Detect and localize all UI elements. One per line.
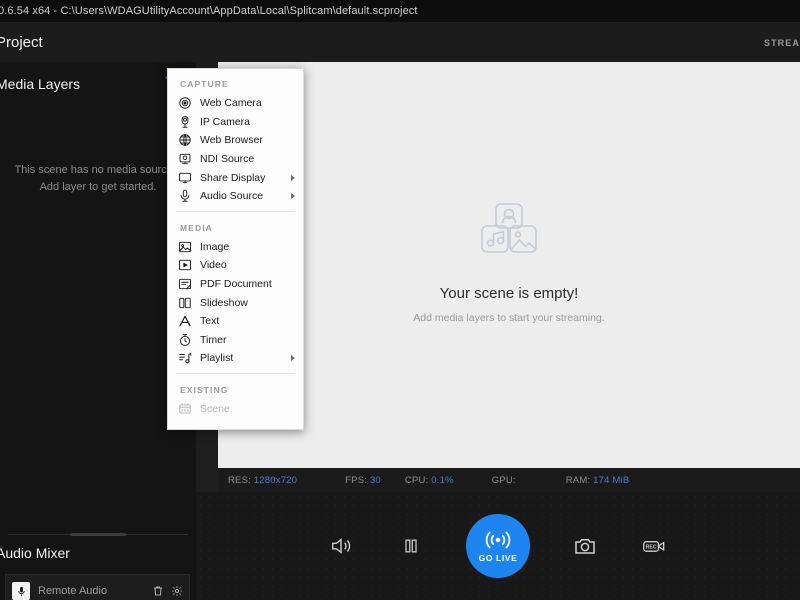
menu-item-scene: Scene (168, 400, 303, 419)
image-icon (177, 239, 192, 254)
video-icon (177, 258, 192, 273)
add-layer-context-menu[interactable]: CAPTURE Web Camera IP Camera Web Browser NDI… (167, 68, 304, 430)
empty-scene-illustration (481, 203, 537, 253)
status-ram: RAM: 174 MiB (565, 474, 630, 486)
microphone-icon (12, 582, 30, 600)
text-icon (177, 314, 192, 329)
scene-preview[interactable]: Your scene is empty! Add media layers to… (218, 62, 800, 468)
menu-item-slideshow[interactable]: Slideshow (168, 293, 303, 312)
media-layers-empty-text: This scene has no media sources. Add lay… (14, 164, 182, 194)
menu-item-label: Share Display (200, 171, 266, 184)
status-res: RES: 1280x720 (228, 474, 298, 486)
scene-icon (177, 402, 192, 417)
menu-item-label: Text (200, 315, 220, 328)
go-live-button[interactable]: GO LIVE (466, 514, 530, 578)
webcam-icon (177, 96, 192, 111)
menu-section-media: MEDIA (180, 222, 213, 233)
ndi-icon (177, 152, 192, 167)
menu-item-label: Slideshow (200, 296, 248, 309)
go-live-label: GO LIVE (478, 552, 518, 563)
page-title: Project (0, 33, 43, 51)
menu-item-label: Scene (200, 403, 230, 416)
playlist-icon (177, 351, 192, 366)
status-gpu: GPU: (491, 474, 516, 486)
stream-tab[interactable]: STREA (764, 38, 800, 48)
rec-video-icon[interactable]: REC (640, 531, 670, 561)
menu-separator (176, 210, 295, 212)
menu-separator (176, 372, 295, 374)
menu-item-pdf-document[interactable]: PDF Document (168, 275, 303, 294)
menu-item-label: IP Camera (200, 115, 250, 128)
menu-item-label: PDF Document (200, 278, 272, 291)
app-header: Project STREA (0, 22, 800, 62)
audio-channel-row: Remote Audio (12, 581, 185, 600)
microphone-icon (177, 189, 192, 204)
menu-item-label: Playlist (200, 352, 234, 365)
broadcast-icon (485, 531, 511, 548)
trash-icon[interactable] (150, 583, 166, 599)
menu-item-image[interactable]: Image (168, 238, 303, 257)
menu-item-label: Timer (200, 333, 227, 346)
audio-channel-name: Remote Audio (38, 585, 108, 597)
submenu-arrow-icon (291, 174, 295, 181)
menu-item-playlist[interactable]: Playlist (168, 349, 303, 368)
menu-item-share-display[interactable]: Share Display (168, 168, 303, 187)
ip-camera-icon (177, 114, 192, 129)
menu-item-web-browser[interactable]: Web Browser (168, 131, 303, 150)
menu-item-audio-source[interactable]: Audio Source (168, 187, 303, 206)
timer-icon (177, 332, 192, 347)
menu-section-capture: CAPTURE (180, 79, 229, 89)
status-cpu: CPU: 0.1% (404, 474, 454, 486)
empty-scene-subtitle: Add media layers to start your streaming… (413, 312, 605, 324)
pause-icon[interactable] (396, 531, 426, 561)
status-cpu-value: 0.1% (431, 474, 454, 486)
menu-item-label: Image (200, 240, 230, 253)
splitter-grip[interactable] (70, 533, 126, 536)
title-bar: 0.6.54 x64 - C:\Users\WDAGUtilityAccount… (0, 0, 800, 22)
menu-item-label: NDI Source (200, 153, 255, 166)
empty-scene-title: Your scene is empty! (439, 285, 579, 302)
status-fps-value: 30 (369, 474, 381, 486)
menu-item-text[interactable]: Text (168, 312, 303, 331)
status-res-value: 1280x720 (253, 474, 298, 486)
svg-text:REC: REC (646, 545, 657, 551)
menu-item-timer[interactable]: Timer (168, 331, 303, 350)
pdf-icon (177, 277, 192, 292)
audio-channel-card: Remote Audio (5, 574, 190, 600)
status-ram-value: 174 MiB (593, 474, 630, 486)
control-bar: GO LIVE REC (196, 492, 800, 600)
menu-item-ndi-source[interactable]: NDI Source (168, 150, 303, 169)
speaker-icon[interactable] (326, 531, 356, 561)
status-fps: FPS: 30 (345, 474, 381, 486)
globe-icon (177, 133, 192, 148)
menu-item-label: Web Camera (200, 97, 262, 110)
slideshow-icon (177, 295, 192, 310)
panel-splitter[interactable] (8, 533, 188, 537)
camera-icon[interactable] (570, 531, 600, 561)
menu-item-video[interactable]: Video (168, 256, 303, 275)
menu-item-web-camera[interactable]: Web Camera (168, 94, 303, 113)
menu-item-label: Audio Source (200, 190, 264, 203)
audio-mixer-title: Audio Mixer (0, 545, 70, 561)
window-title: 0.6.54 x64 - C:\Users\WDAGUtilityAccount… (0, 5, 418, 17)
menu-item-label: Web Browser (200, 134, 263, 147)
empty-scene-state: Your scene is empty! Add media layers to… (218, 202, 800, 326)
status-bar: RES: 1280x720 FPS: 30 CPU: 0.1% GPU: RAM… (218, 468, 800, 492)
media-layers-title: Media Layers (0, 76, 81, 92)
menu-item-ip-camera[interactable]: IP Camera (168, 113, 303, 132)
gear-icon[interactable] (169, 583, 185, 599)
menu-item-label: Video (200, 259, 227, 272)
submenu-arrow-icon (291, 193, 295, 200)
menu-section-existing: EXISTING (180, 384, 229, 395)
submenu-arrow-icon (291, 355, 295, 362)
monitor-icon (177, 170, 192, 185)
